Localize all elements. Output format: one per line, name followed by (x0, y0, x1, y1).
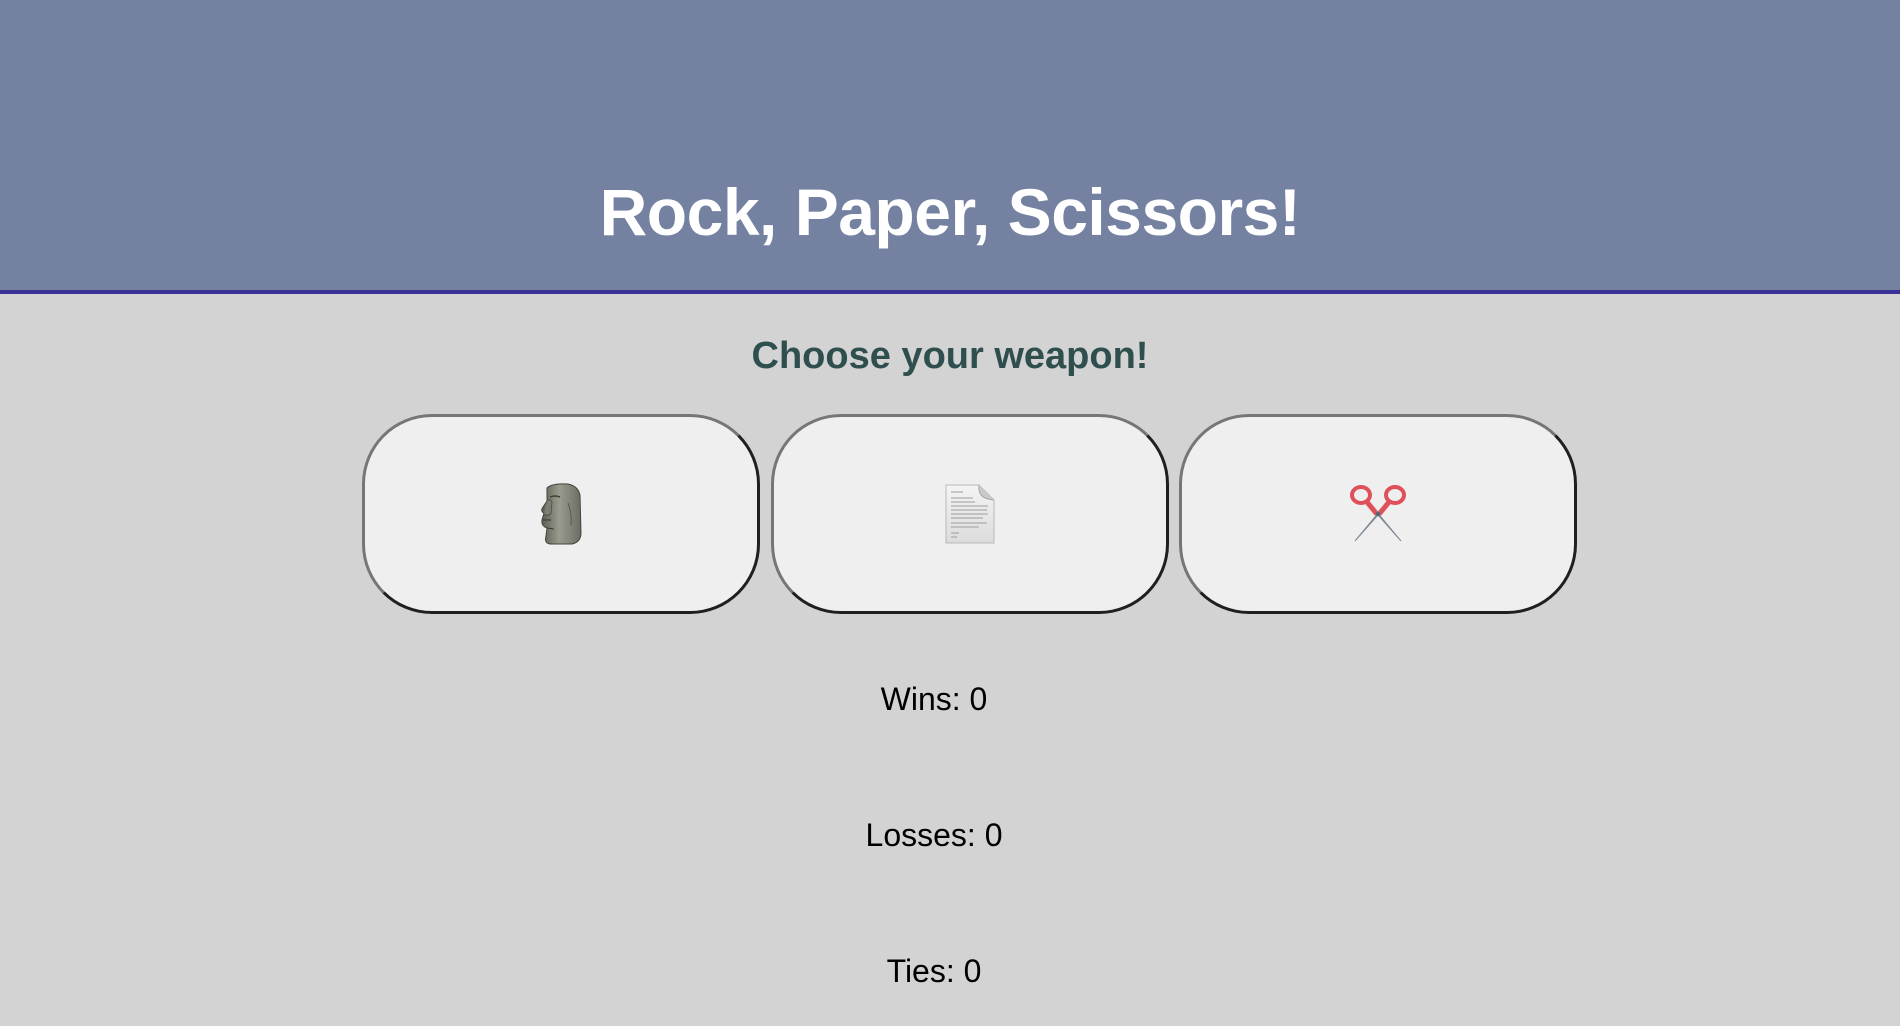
moai-icon (541, 483, 582, 545)
wins-counter: Wins: 0 (0, 680, 1900, 718)
choose-weapon-prompt: Choose your weapon! (751, 335, 1149, 377)
losses-label: Losses: (865, 817, 976, 853)
losses-counter: Losses: 0 (0, 816, 1900, 854)
ties-label: Ties: (886, 953, 955, 989)
wins-value: 0 (969, 681, 988, 717)
page-header: Rock, Paper, Scissors! (0, 0, 1900, 294)
scissors-button[interactable] (1179, 414, 1577, 614)
losses-value: 0 (984, 817, 1003, 853)
paper-button[interactable] (771, 414, 1169, 614)
ties-value: 0 (963, 953, 982, 989)
weapon-buttons (0, 414, 1900, 614)
page-title: Rock, Paper, Scissors! (599, 175, 1301, 249)
scissors-icon (1350, 485, 1406, 542)
ties-counter: Ties: 0 (0, 952, 1900, 990)
wins-label: Wins: (880, 681, 961, 717)
page-icon (945, 484, 995, 544)
rock-button[interactable] (362, 414, 760, 614)
